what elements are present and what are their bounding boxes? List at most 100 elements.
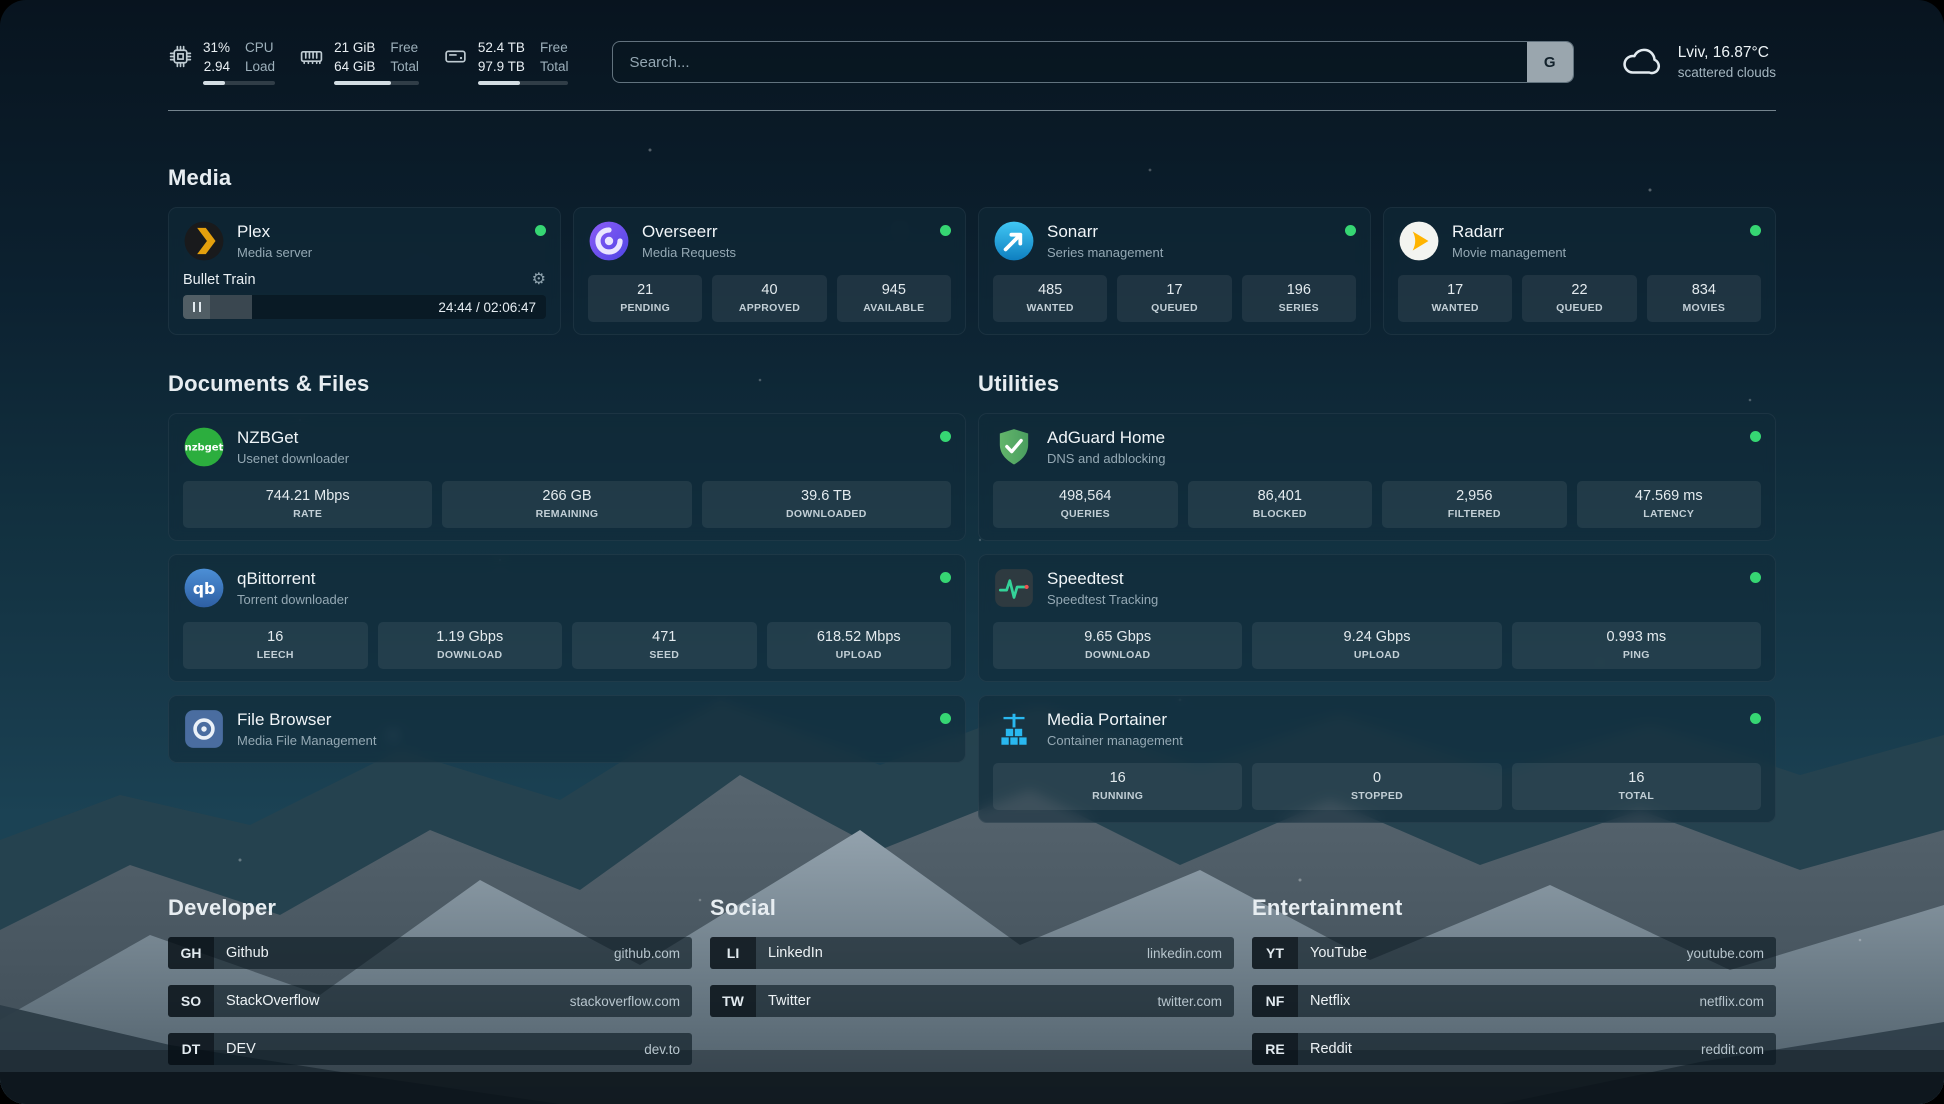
stat-upload: 9.24 GbpsUPLOAD — [1252, 622, 1501, 669]
resource-widgets: 31% CPU 2.94 Load 21 — [168, 39, 568, 85]
cpu-readout: 31% CPU 2.94 Load — [203, 39, 275, 85]
stat-value: 744.21 Mbps — [187, 488, 428, 504]
status-dot — [940, 431, 951, 442]
pause-button[interactable] — [183, 295, 210, 319]
service-name: Speedtest — [1047, 569, 1158, 589]
service-description: Container management — [1047, 733, 1183, 748]
service-description: Series management — [1047, 245, 1163, 260]
memory-free: 21 GiB — [334, 39, 375, 57]
stat-latency: 47.569 msLATENCY — [1577, 481, 1762, 528]
service-card-header: AdGuard HomeDNS and adblocking — [993, 426, 1761, 468]
stat-seed: 471 SEED — [572, 622, 757, 669]
stats-row: 16RUNNING0STOPPED16TOTAL — [993, 750, 1761, 810]
stats-row: 485WANTED17QUEUED196SERIES — [993, 262, 1356, 322]
weather-widget: Lviv, 16.87°C scattered clouds — [1618, 44, 1776, 80]
filebrowser-icon — [183, 708, 225, 750]
bookmark-linkedin[interactable]: LILinkedInlinkedin.com — [710, 937, 1234, 969]
bookmark-youtube[interactable]: YTYouTubeyoutube.com — [1252, 937, 1776, 969]
stat-value: 266 GB — [446, 488, 687, 504]
stat-value: 471 — [576, 629, 753, 645]
service-title-group: AdGuard HomeDNS and adblocking — [1047, 428, 1166, 466]
stat-label: WANTED — [997, 302, 1103, 314]
bookmark-name: Github — [226, 945, 269, 961]
disk-free: 52.4 TB — [478, 39, 525, 57]
bookmark-stackoverflow[interactable]: SOStackOverflowstackoverflow.com — [168, 985, 692, 1017]
cpu-icon — [168, 44, 193, 69]
status-dot — [1750, 713, 1761, 724]
dashboard-content: 31% CPU 2.94 Load 21 — [0, 34, 1944, 1104]
stat-value: 17 — [1402, 282, 1508, 298]
stat-running: 16RUNNING — [993, 763, 1242, 810]
service-description: DNS and adblocking — [1047, 451, 1166, 466]
bookmark-github[interactable]: GHGithubgithub.com — [168, 937, 692, 969]
stat-download: 1.19 GbpsDOWNLOAD — [378, 622, 563, 669]
stat-label: AVAILABLE — [841, 302, 947, 314]
search-input[interactable] — [612, 41, 1573, 83]
stat-approved: 40APPROVED — [712, 275, 826, 322]
stat-upload: 618.52 MbpsUPLOAD — [767, 622, 952, 669]
stat-value: 21 — [592, 282, 698, 298]
status-dot — [535, 225, 546, 236]
bookmark-netflix[interactable]: NFNetflixnetflix.com — [1252, 985, 1776, 1017]
portainer-icon — [993, 708, 1035, 750]
service-card-qbittorrent[interactable]: qbqBittorrentTorrent downloader16LEECH1.… — [168, 554, 966, 682]
bookmark-twitter[interactable]: TWTwittertwitter.com — [710, 985, 1234, 1017]
stat-value: 39.6 TB — [706, 488, 947, 504]
bookmark-url: github.com — [614, 946, 680, 961]
stats-row: 21PENDING40APPROVED945AVAILABLE — [588, 262, 951, 322]
service-card-header: SpeedtestSpeedtest Tracking — [993, 567, 1761, 609]
search-provider-button[interactable]: G — [1527, 42, 1573, 82]
stat-remaining: 266 GBREMAINING — [442, 481, 691, 528]
bookmark-reddit[interactable]: RERedditreddit.com — [1252, 1033, 1776, 1065]
service-card-file-browser[interactable]: File BrowserMedia File Management — [168, 695, 966, 763]
stat-label: QUEUED — [1526, 302, 1632, 314]
service-card-sonarr[interactable]: SonarrSeries management485WANTED17QUEUED… — [978, 207, 1371, 335]
stat-label: APPROVED — [716, 302, 822, 314]
stat-value: 17 — [1121, 282, 1227, 298]
stat-label: UPLOAD — [1256, 649, 1497, 661]
service-description: Media Requests — [642, 245, 736, 260]
playback-progress-bar[interactable]: 24:44 / 02:06:47 — [183, 295, 546, 319]
middle-columns: Documents & Files nzbgetNZBGetUsenet dow… — [168, 371, 1776, 823]
gear-icon[interactable]: ⚙ — [532, 272, 546, 288]
service-card-adguard-home[interactable]: AdGuard HomeDNS and adblocking498,564QUE… — [978, 413, 1776, 541]
service-title-group: Sonarr Series management — [1047, 222, 1163, 260]
stat-label: PING — [1516, 649, 1757, 661]
bookmark-url: dev.to — [644, 1042, 680, 1057]
service-card-nzbget[interactable]: nzbgetNZBGetUsenet downloader744.21 Mbps… — [168, 413, 966, 541]
stats-row: 498,564QUERIES86,401BLOCKED2,956FILTERED… — [993, 468, 1761, 528]
stat-leech: 16LEECH — [183, 622, 368, 669]
stat-label: QUEUED — [1121, 302, 1227, 314]
bookmark-name: LinkedIn — [768, 945, 823, 961]
topbar-divider — [168, 110, 1776, 111]
service-name: qBittorrent — [237, 569, 348, 589]
stat-value: 47.569 ms — [1581, 488, 1758, 504]
stat-label: SEED — [576, 649, 753, 661]
stat-label: FILTERED — [1386, 508, 1563, 520]
cpu-load-label: Load — [245, 58, 275, 76]
memory-progress-bar — [334, 81, 419, 85]
service-card-media-portainer[interactable]: Media PortainerContainer management16RUN… — [978, 695, 1776, 823]
speedtest-icon — [993, 567, 1035, 609]
stat-downloaded: 39.6 TBDOWNLOADED — [702, 481, 951, 528]
service-card-speedtest[interactable]: SpeedtestSpeedtest Tracking 9.65 GbpsDOWN… — [978, 554, 1776, 682]
section-title-documents-files: Documents & Files — [168, 371, 966, 397]
stat-label: DOWNLOAD — [997, 649, 1238, 661]
nzbget-icon: nzbget — [183, 426, 225, 468]
memory-free-label: Free — [390, 39, 419, 57]
stat-value: 834 — [1651, 282, 1757, 298]
section-title-utilities: Utilities — [978, 371, 1776, 397]
bookmark-abbr: RE — [1252, 1033, 1298, 1065]
status-dot — [940, 713, 951, 724]
bookmark-name: YouTube — [1310, 945, 1367, 961]
bookmark-dev[interactable]: DTDEVdev.to — [168, 1033, 692, 1065]
stat-download: 9.65 GbpsDOWNLOAD — [993, 622, 1242, 669]
memory-total: 64 GiB — [334, 58, 375, 76]
service-card-overseerr[interactable]: OverseerrMedia Requests21PENDING40APPROV… — [573, 207, 966, 335]
stat-rate: 744.21 MbpsRATE — [183, 481, 432, 528]
playback-time: 24:44 / 02:06:47 — [438, 300, 546, 315]
now-playing-row: Bullet Train⚙ — [183, 272, 546, 288]
service-name: Sonarr — [1047, 222, 1163, 242]
service-card-plex[interactable]: PlexMedia serverBullet Train⚙24:44 / 02:… — [168, 207, 561, 335]
service-card-radarr[interactable]: RadarrMovie management17WANTED22QUEUED83… — [1383, 207, 1776, 335]
